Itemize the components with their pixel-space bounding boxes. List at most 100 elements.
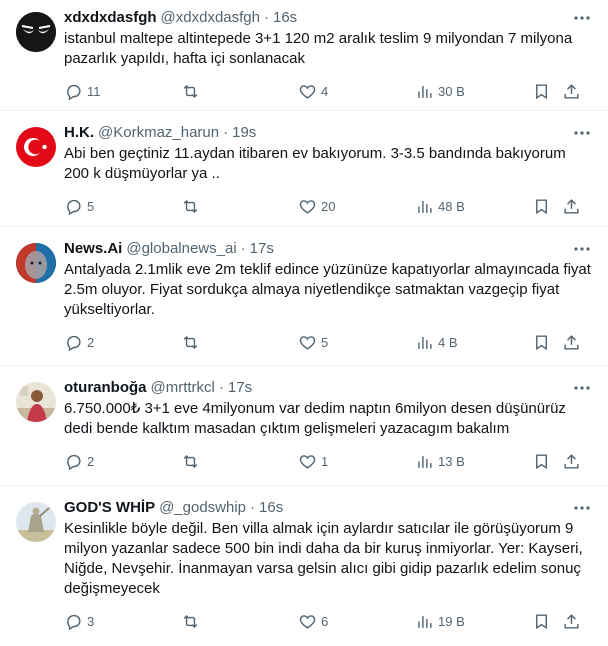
like-count: 20 xyxy=(321,198,336,214)
more-options-icon[interactable] xyxy=(572,123,592,143)
reply-button[interactable]: 3 xyxy=(64,612,181,631)
like-button[interactable]: 1 xyxy=(298,452,415,471)
views-button[interactable]: 19 B xyxy=(415,612,532,631)
display-name[interactable]: H.K. xyxy=(64,123,94,143)
more-options-icon[interactable] xyxy=(572,239,592,259)
user-handle[interactable]: @Korkmaz_harun xyxy=(98,123,219,143)
user-handle[interactable]: @_godswhip xyxy=(159,498,246,518)
share-button[interactable] xyxy=(562,452,582,471)
share-button[interactable] xyxy=(562,333,582,352)
share-button[interactable] xyxy=(562,612,582,631)
timestamp[interactable]: 19s xyxy=(232,123,256,143)
bookmark-button[interactable] xyxy=(532,82,562,101)
retweet-button[interactable] xyxy=(181,452,298,471)
view-count: 48 B xyxy=(438,198,465,214)
view-count: 30 B xyxy=(438,83,465,99)
retweet-button[interactable] xyxy=(181,333,298,352)
user-handle[interactable]: @mrttrkcl xyxy=(151,378,215,398)
avatar[interactable] xyxy=(16,127,56,167)
reply-button[interactable]: 11 xyxy=(64,82,181,101)
display-name[interactable]: News.Ai xyxy=(64,239,122,259)
reply-button[interactable]: 2 xyxy=(64,333,181,352)
user-handle[interactable]: @globalnews_ai xyxy=(126,239,236,259)
reply-count: 2 xyxy=(87,453,95,469)
tweet-feed: xdxdxdasfgh @xdxdxdasfgh · 16s istanbul … xyxy=(0,0,608,646)
tweet[interactable]: oturanboğa @mrttrkcl · 17s 6.750.000₺ 3+… xyxy=(0,366,608,486)
retweet-icon xyxy=(183,614,198,628)
views-button[interactable]: 30 B xyxy=(415,82,532,101)
bookmark-icon xyxy=(536,83,547,99)
avatar[interactable] xyxy=(16,382,56,422)
views-button[interactable]: 13 B xyxy=(415,452,532,471)
bookmark-icon xyxy=(536,198,547,214)
like-button[interactable]: 5 xyxy=(298,333,415,352)
reply-count: 11 xyxy=(87,83,101,99)
view-count: 4 B xyxy=(438,334,458,350)
reply-count: 2 xyxy=(87,334,95,350)
like-button[interactable]: 6 xyxy=(298,612,415,631)
heart-icon xyxy=(299,84,316,99)
reply-count: 5 xyxy=(87,198,95,214)
tweet[interactable]: H.K. @Korkmaz_harun · 19s Abi ben geçtin… xyxy=(0,111,608,227)
timestamp[interactable]: 17s xyxy=(228,378,252,398)
reply-icon xyxy=(67,454,81,470)
tweet-text: Abi ben geçtiniz 11.aydan itibaren ev ba… xyxy=(64,145,570,182)
tweet-actions: 5 20 48 B xyxy=(64,196,592,216)
share-button[interactable] xyxy=(562,197,582,216)
heart-icon xyxy=(299,454,316,469)
tweet-header: GOD'S WHİP @_godswhip · 16s xyxy=(64,498,592,518)
heart-icon xyxy=(299,614,316,629)
views-button[interactable]: 48 B xyxy=(415,197,532,216)
timestamp[interactable]: 17s xyxy=(250,239,274,259)
retweet-button[interactable] xyxy=(181,82,298,101)
avatar[interactable] xyxy=(16,502,56,542)
reply-button[interactable]: 5 xyxy=(64,197,181,216)
like-count: 6 xyxy=(321,613,329,629)
retweet-icon xyxy=(183,454,198,468)
bookmark-icon xyxy=(536,334,547,350)
like-count: 4 xyxy=(321,83,329,99)
display-name[interactable]: oturanboğa xyxy=(64,378,147,398)
tweet[interactable]: GOD'S WHİP @_godswhip · 16s Kesinlikle b… xyxy=(0,486,608,646)
like-button[interactable]: 20 xyxy=(298,197,415,216)
display-name[interactable]: GOD'S WHİP xyxy=(64,498,155,518)
user-handle[interactable]: @xdxdxdasfgh xyxy=(161,8,260,28)
person-photo-icon xyxy=(16,382,56,422)
turkish-flag-icon xyxy=(16,127,56,167)
dark-eyes-avatar-icon xyxy=(16,12,56,52)
share-icon xyxy=(564,613,579,629)
tweet-text: 6.750.000₺ 3+1 eve 4milyonum var dedim n… xyxy=(64,400,571,437)
separator-dot: · xyxy=(240,240,246,257)
retweet-button[interactable] xyxy=(181,197,298,216)
more-options-icon[interactable] xyxy=(572,378,592,398)
reply-count: 3 xyxy=(87,613,95,629)
bookmark-button[interactable] xyxy=(532,612,562,631)
like-button[interactable]: 4 xyxy=(298,82,415,101)
analytics-icon xyxy=(418,200,432,213)
timestamp[interactable]: 16s xyxy=(259,498,283,518)
bookmark-button[interactable] xyxy=(532,452,562,471)
avatar[interactable] xyxy=(16,12,56,52)
analytics-icon xyxy=(418,615,432,628)
reply-button[interactable]: 2 xyxy=(64,452,181,471)
bookmark-button[interactable] xyxy=(532,333,562,352)
tweet[interactable]: News.Ai @globalnews_ai · 17s Antalyada 2… xyxy=(0,227,608,366)
tweet[interactable]: xdxdxdasfgh @xdxdxdasfgh · 16s istanbul … xyxy=(0,0,608,111)
tweet-text: istanbul maltepe altintepede 3+1 120 m2 … xyxy=(64,30,577,67)
tweet-actions: 2 1 13 B xyxy=(64,451,592,471)
views-button[interactable]: 4 B xyxy=(415,333,532,352)
display-name[interactable]: xdxdxdasfgh xyxy=(64,8,157,28)
more-options-icon[interactable] xyxy=(572,498,592,518)
avatar[interactable] xyxy=(16,243,56,283)
tweet-actions: 11 4 30 B xyxy=(64,81,592,101)
bookmark-icon xyxy=(536,453,547,469)
tweet-actions: 3 6 19 B xyxy=(64,611,592,631)
retweet-button[interactable] xyxy=(181,612,298,631)
separator-dot: · xyxy=(223,124,229,141)
bookmark-button[interactable] xyxy=(532,197,562,216)
share-button[interactable] xyxy=(562,82,582,101)
tweet-text: Antalyada 2.1mlik eve 2m teklif edince y… xyxy=(64,261,596,318)
reply-icon xyxy=(67,335,81,351)
timestamp[interactable]: 16s xyxy=(273,8,297,28)
more-options-icon[interactable] xyxy=(572,8,592,28)
